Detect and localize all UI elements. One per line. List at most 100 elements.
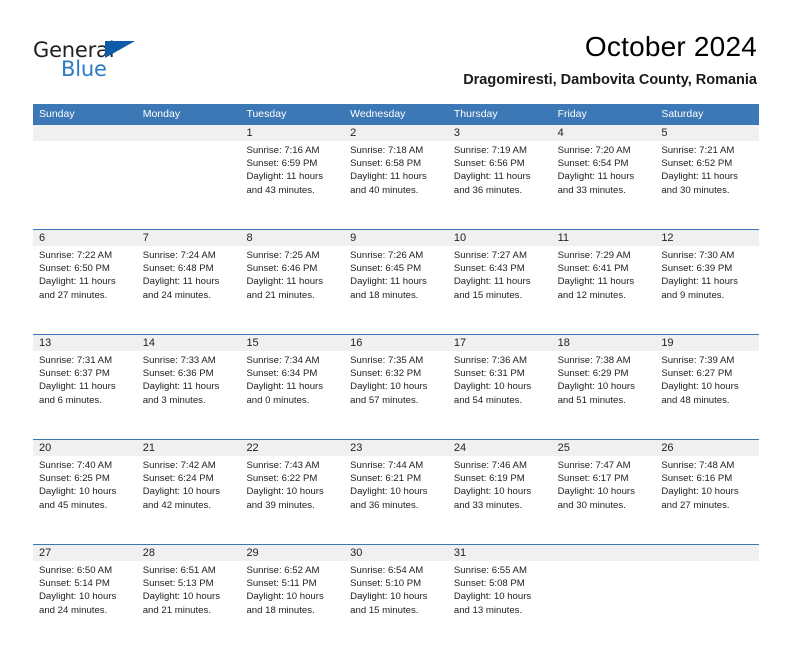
sunrise-text: Sunrise: 7:29 AM bbox=[557, 250, 631, 261]
calendar-day-cell[interactable]: Sunrise: 6:51 AM Sunset: 5:13 PM Daylight:… bbox=[136, 561, 241, 649]
calendar-day-cell[interactable]: Sunrise: 7:21 AM Sunset: 6:52 PM Daylight:… bbox=[655, 141, 760, 229]
day-number[interactable]: 10 bbox=[448, 230, 552, 246]
calendar-day-cell[interactable]: Sunrise: 7:31 AM Sunset: 6:37 PM Daylight:… bbox=[33, 351, 137, 439]
calendar-day-cell[interactable]: Sunrise: 7:22 AM Sunset: 6:50 PM Daylight:… bbox=[33, 246, 137, 334]
day-number[interactable]: 24 bbox=[448, 440, 552, 456]
day-detail: Sunrise: 7:36 AM Sunset: 6:31 PM Daylight:… bbox=[448, 351, 552, 407]
sunrise-text: Sunrise: 7:22 AM bbox=[39, 250, 113, 261]
calendar-day-cell[interactable]: Sunrise: 7:29 AM Sunset: 6:41 PM Daylight:… bbox=[551, 246, 656, 334]
sunset-text: Sunset: 6:34 PM bbox=[246, 368, 318, 380]
sunrise-text: Sunrise: 7:36 AM bbox=[453, 355, 527, 366]
day-number[interactable]: 12 bbox=[655, 230, 759, 246]
day-number[interactable]: 8 bbox=[240, 230, 344, 246]
day-number[interactable]: 11 bbox=[552, 230, 656, 246]
day-number[interactable]: 29 bbox=[240, 545, 344, 561]
day-detail: Sunrise: 7:20 AM Sunset: 6:54 PM Daylight:… bbox=[552, 141, 656, 197]
daylight-text: Daylight: 11 hours and 21 minutes. bbox=[246, 276, 324, 301]
sunset-text: Sunset: 5:14 PM bbox=[39, 578, 110, 590]
calendar-day-cell[interactable]: Sunrise: 6:54 AM Sunset: 5:10 PM Daylight:… bbox=[344, 561, 448, 649]
calendar-day-cell[interactable]: Sunrise: 7:34 AM Sunset: 6:34 PM Daylight:… bbox=[240, 351, 345, 439]
weekday-header-tuesday: Tuesday bbox=[246, 108, 287, 120]
daylight-text: Daylight: 11 hours and 12 minutes. bbox=[557, 276, 635, 301]
day-number[interactable]: 27 bbox=[33, 545, 137, 561]
sunrise-text: Sunrise: 7:24 AM bbox=[142, 250, 216, 261]
day-number[interactable]: 30 bbox=[344, 545, 448, 561]
sunrise-text: Sunrise: 7:27 AM bbox=[453, 250, 527, 261]
daylight-text: Daylight: 11 hours and 15 minutes. bbox=[453, 276, 531, 301]
daylight-text: Daylight: 11 hours and 18 minutes. bbox=[350, 276, 427, 301]
day-number[interactable]: 14 bbox=[137, 335, 241, 351]
weekday-header-monday: Monday bbox=[142, 108, 181, 120]
sunset-text: Sunset: 6:43 PM bbox=[453, 263, 525, 275]
calendar-day-cell[interactable]: Sunrise: 7:18 AM Sunset: 6:58 PM Daylight:… bbox=[344, 141, 448, 229]
day-detail: Sunrise: 7:34 AM Sunset: 6:34 PM Daylight:… bbox=[240, 351, 344, 407]
day-number[interactable]: 13 bbox=[33, 335, 137, 351]
day-number[interactable]: 23 bbox=[344, 440, 448, 456]
sunrise-text: Sunrise: 7:18 AM bbox=[350, 145, 424, 156]
calendar-day-cell[interactable]: Sunrise: 7:47 AM Sunset: 6:17 PM Daylight:… bbox=[551, 456, 656, 544]
day-number[interactable]: 6 bbox=[33, 230, 137, 246]
day-number[interactable]: 7 bbox=[137, 230, 241, 246]
day-number[interactable]: 5 bbox=[655, 125, 759, 141]
calendar-day-cell[interactable]: Sunrise: 7:24 AM Sunset: 6:48 PM Daylight:… bbox=[136, 246, 241, 334]
calendar-day-cell[interactable]: Sunrise: 7:44 AM Sunset: 6:21 PM Daylight:… bbox=[344, 456, 448, 544]
calendar-day-cell[interactable]: Sunrise: 7:42 AM Sunset: 6:24 PM Daylight:… bbox=[136, 456, 241, 544]
day-number[interactable]: 15 bbox=[240, 335, 344, 351]
calendar-day-cell[interactable]: Sunrise: 7:25 AM Sunset: 6:46 PM Daylight:… bbox=[240, 246, 345, 334]
sunset-text: Sunset: 6:41 PM bbox=[557, 263, 629, 275]
daylight-text: Daylight: 10 hours and 30 minutes. bbox=[557, 486, 635, 511]
day-number-empty bbox=[655, 545, 759, 561]
daylight-text: Daylight: 11 hours and 6 minutes. bbox=[39, 381, 116, 406]
day-number[interactable]: 22 bbox=[240, 440, 344, 456]
calendar-day-cell[interactable]: Sunrise: 7:36 AM Sunset: 6:31 PM Daylight:… bbox=[447, 351, 552, 439]
weekday-header-sunday: Sunday bbox=[39, 108, 75, 120]
day-number[interactable]: 18 bbox=[552, 335, 656, 351]
calendar-day-cell[interactable]: Sunrise: 7:35 AM Sunset: 6:32 PM Daylight:… bbox=[344, 351, 448, 439]
week-detail-row: Sunrise: 7:22 AM Sunset: 6:50 PM Daylight:… bbox=[33, 246, 760, 334]
calendar-day-cell[interactable]: Sunrise: 6:50 AM Sunset: 5:14 PM Daylight:… bbox=[33, 561, 137, 649]
day-number[interactable]: 19 bbox=[655, 335, 759, 351]
sunrise-text: Sunrise: 6:51 AM bbox=[142, 565, 216, 576]
day-number[interactable]: 20 bbox=[33, 440, 137, 456]
calendar-day-cell[interactable]: Sunrise: 7:40 AM Sunset: 6:25 PM Daylight:… bbox=[33, 456, 137, 544]
daylight-text: Daylight: 10 hours and 15 minutes. bbox=[350, 591, 428, 616]
day-number[interactable]: 31 bbox=[448, 545, 552, 561]
sunrise-text: Sunrise: 7:16 AM bbox=[246, 145, 320, 156]
day-number[interactable]: 9 bbox=[344, 230, 448, 246]
calendar-day-cell[interactable]: Sunrise: 7:46 AM Sunset: 6:19 PM Daylight:… bbox=[447, 456, 552, 544]
calendar-day-cell[interactable]: Sunrise: 7:19 AM Sunset: 6:56 PM Daylight:… bbox=[447, 141, 552, 229]
calendar-day-cell[interactable]: Sunrise: 6:55 AM Sunset: 5:08 PM Daylight:… bbox=[447, 561, 552, 649]
calendar-day-cell[interactable]: Sunrise: 6:52 AM Sunset: 5:11 PM Daylight:… bbox=[240, 561, 345, 649]
day-number[interactable]: 3 bbox=[448, 125, 552, 141]
calendar-day-cell[interactable]: Sunrise: 7:33 AM Sunset: 6:36 PM Daylight:… bbox=[136, 351, 241, 439]
calendar-day-cell[interactable]: Sunrise: 7:26 AM Sunset: 6:45 PM Daylight:… bbox=[344, 246, 448, 334]
calendar-day-cell[interactable]: Sunrise: 7:43 AM Sunset: 6:22 PM Daylight:… bbox=[240, 456, 345, 544]
calendar-week-row: 20 21 22 23 24 25 26 Sunrise: 7:40 AM Sunset: 6:… bbox=[33, 439, 760, 544]
day-detail: Sunrise: 7:39 AM Sunset: 6:27 PM Daylight:… bbox=[655, 351, 759, 407]
sunrise-text: Sunrise: 6:50 AM bbox=[39, 565, 113, 576]
day-number[interactable]: 4 bbox=[552, 125, 656, 141]
calendar-day-cell[interactable]: Sunrise: 7:48 AM Sunset: 6:16 PM Daylight:… bbox=[655, 456, 760, 544]
day-number[interactable]: 16 bbox=[344, 335, 448, 351]
daylight-text: Daylight: 10 hours and 27 minutes. bbox=[661, 486, 739, 511]
calendar-day-cell[interactable]: Sunrise: 7:27 AM Sunset: 6:43 PM Daylight:… bbox=[447, 246, 552, 334]
calendar-day-cell[interactable]: Sunrise: 7:39 AM Sunset: 6:27 PM Daylight:… bbox=[655, 351, 760, 439]
calendar-day-cell[interactable]: Sunrise: 7:16 AM Sunset: 6:59 PM Daylight:… bbox=[240, 141, 345, 229]
daylight-text: Daylight: 10 hours and 13 minutes. bbox=[453, 591, 532, 616]
calendar-day-cell[interactable]: Sunrise: 7:38 AM Sunset: 6:29 PM Daylight:… bbox=[551, 351, 656, 439]
day-number[interactable]: 2 bbox=[344, 125, 448, 141]
day-number[interactable]: 28 bbox=[137, 545, 241, 561]
day-detail: Sunrise: 7:40 AM Sunset: 6:25 PM Daylight:… bbox=[33, 456, 137, 512]
day-number[interactable]: 26 bbox=[655, 440, 759, 456]
calendar-day-cell[interactable]: Sunrise: 7:30 AM Sunset: 6:39 PM Daylight:… bbox=[655, 246, 760, 334]
calendar-day-cell[interactable]: Sunrise: 7:20 AM Sunset: 6:54 PM Daylight:… bbox=[551, 141, 656, 229]
day-number-band: 27 28 29 30 31 bbox=[33, 545, 759, 561]
day-number[interactable]: 21 bbox=[137, 440, 241, 456]
weekday-header-friday: Friday bbox=[557, 108, 587, 120]
sunset-text: Sunset: 6:50 PM bbox=[39, 263, 110, 275]
day-number[interactable]: 1 bbox=[240, 125, 344, 141]
sunrise-text: Sunrise: 7:44 AM bbox=[350, 460, 424, 471]
day-number[interactable]: 25 bbox=[552, 440, 656, 456]
day-detail: Sunrise: 7:24 AM Sunset: 6:48 PM Daylight:… bbox=[137, 246, 241, 302]
day-number[interactable]: 17 bbox=[448, 335, 552, 351]
